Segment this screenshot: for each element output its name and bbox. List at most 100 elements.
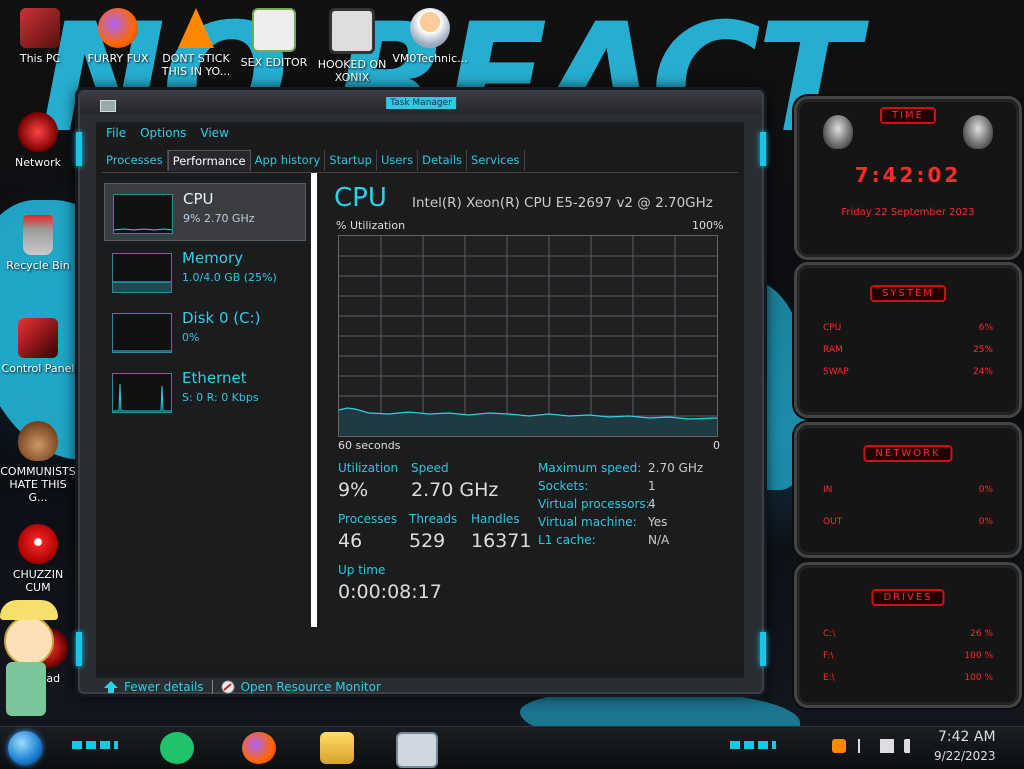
- row-value: 25%: [972, 345, 993, 355]
- footer-bar: Fewer details Open Resource Monitor: [104, 680, 381, 694]
- tab-startup[interactable]: Startup: [325, 150, 377, 171]
- widget-row: E:\ 100 %: [823, 673, 993, 683]
- tab-services[interactable]: Services: [467, 150, 525, 171]
- desktop-icon-label: VM0Technic...: [392, 52, 468, 65]
- handles-value: 16371: [471, 530, 532, 552]
- desktop-icon-this-pc[interactable]: This PC: [2, 8, 78, 65]
- desktop-icon-control-panel[interactable]: Control Panel: [0, 318, 76, 375]
- taskbar-date[interactable]: 9/22/2023: [934, 749, 996, 763]
- spec-value: 4: [648, 497, 656, 511]
- widget-heading: NETWORK: [863, 445, 953, 462]
- row-key: E:\: [823, 673, 835, 683]
- widget-heading: SYSTEM: [870, 285, 946, 302]
- tab-app-history[interactable]: App history: [251, 150, 326, 171]
- resource-memory[interactable]: Memory 1.0/4.0 GB (25%): [104, 243, 304, 299]
- resource-name: Memory: [182, 249, 244, 267]
- desktop-icon-sex-editor[interactable]: SEX EDITOR: [236, 8, 312, 69]
- network-widget: NETWORK IN 0% OUT 0%: [794, 422, 1022, 558]
- hxd-icon: [252, 8, 296, 52]
- desktop-icon-label: This PC: [19, 52, 61, 65]
- speed-value: 2.70 GHz: [411, 479, 499, 501]
- ethernet-mini-graph: [112, 373, 172, 413]
- spec-value: 1: [648, 479, 656, 493]
- desktop-icon-network[interactable]: Network: [0, 112, 76, 169]
- row-value: 0%: [978, 517, 993, 527]
- widget-row: C:\ 26 %: [823, 629, 993, 639]
- row-value: 26 %: [970, 629, 993, 639]
- task-manager-window[interactable]: Task Manager File Options View Processes…: [76, 90, 766, 694]
- tab-details[interactable]: Details: [418, 150, 468, 171]
- chuzzle-icon: [18, 524, 58, 564]
- spec-key: Virtual processors:: [538, 497, 650, 511]
- drives-widget: DRIVES C:\ 26 % F:\ 100 % E:\ 100 %: [794, 562, 1022, 708]
- desktop-icon-vm0technic[interactable]: VM0Technic...: [392, 8, 468, 65]
- tab-users[interactable]: Users: [377, 150, 419, 171]
- row-key: F:\: [823, 651, 834, 661]
- desktop-icon-label: Recycle Bin: [6, 259, 70, 272]
- title-bar[interactable]: Task Manager: [80, 92, 762, 114]
- menu-view[interactable]: View: [200, 126, 228, 140]
- row-value: 24%: [972, 367, 993, 377]
- uptime-value: 0:00:08:17: [338, 581, 442, 603]
- cpu-mini-graph: [113, 194, 173, 234]
- resource-monitor-icon: [221, 680, 235, 694]
- graph-time-zero: 0: [713, 439, 720, 452]
- volume-icon[interactable]: [904, 739, 924, 753]
- resource-disk[interactable]: Disk 0 (C:) 0%: [104, 303, 304, 359]
- row-value: 0%: [978, 485, 993, 495]
- row-key: IN: [823, 485, 833, 495]
- desktop-icon-label: HOOKED ON XONIX: [317, 58, 387, 84]
- widget-row: SWAP 24%: [823, 367, 993, 377]
- desktop-icon-recycle-bin[interactable]: Recycle Bin: [0, 215, 76, 272]
- desktop-icon-furry-fux[interactable]: FURRY FUX: [80, 8, 156, 65]
- desktop-icon-label: Control Panel: [1, 362, 75, 375]
- resource-subtext: 1.0/4.0 GB (25%): [182, 271, 277, 284]
- desktop-icon-label: DONT STICK THIS IN YO...: [161, 52, 231, 78]
- desktop-icon-chuzzin[interactable]: CHUZZIN CUM: [0, 524, 76, 594]
- performance-panel: CPU 9% 2.70 GHz Memory 1.0/4.0 GB (25%) …: [102, 172, 738, 663]
- cpu-utilization-graph: [338, 235, 718, 437]
- window-title: Task Manager: [386, 97, 456, 109]
- desktop-icon-label: FURRY FUX: [87, 52, 149, 65]
- processes-label: Processes: [338, 512, 398, 526]
- notes-app-icon[interactable]: [160, 732, 194, 764]
- flag-icon[interactable]: [858, 739, 874, 753]
- widget-heading: TIME: [879, 107, 937, 124]
- menu-bar: File Options View: [96, 122, 229, 144]
- chevron-up-icon: [104, 681, 118, 693]
- open-resource-monitor-link[interactable]: Open Resource Monitor: [221, 680, 381, 694]
- spec-key: L1 cache:: [538, 533, 596, 547]
- network-tray-icon[interactable]: [880, 739, 894, 753]
- widget-row: F:\ 100 %: [823, 651, 993, 661]
- widget-row: OUT 0%: [823, 517, 993, 527]
- resource-name: CPU: [183, 190, 214, 208]
- task-manager-icon[interactable]: [396, 732, 438, 768]
- desktop-icon-xonix[interactable]: HOOKED ON XONIX: [314, 8, 390, 84]
- row-key: CPU: [823, 323, 842, 333]
- frame-light: [760, 632, 766, 666]
- widget-row: CPU 6%: [823, 323, 993, 333]
- start-button[interactable]: [8, 731, 42, 765]
- notification-app-icon[interactable]: [832, 739, 846, 753]
- tab-performance[interactable]: Performance: [167, 150, 251, 171]
- fewer-details-button[interactable]: Fewer details: [104, 680, 204, 694]
- taskbar-time[interactable]: 7:42 AM: [938, 729, 996, 745]
- resource-ethernet[interactable]: Ethernet S: 0 R: 0 Kbps: [104, 363, 304, 419]
- task-manager-app-icon: [100, 100, 116, 112]
- desktop-icon-dont-stick[interactable]: DONT STICK THIS IN YO...: [158, 8, 234, 78]
- file-explorer-icon[interactable]: [320, 732, 354, 764]
- cpu-model: Intel(R) Xeon(R) CPU E5-2697 v2 @ 2.70GH…: [412, 195, 713, 211]
- resource-name: Disk 0 (C:): [182, 309, 261, 327]
- resource-cpu[interactable]: CPU 9% 2.70 GHz: [104, 183, 306, 241]
- recycle-bin-icon: [23, 215, 53, 255]
- utilization-axis-max: 100%: [692, 219, 724, 232]
- menu-options[interactable]: Options: [140, 126, 186, 140]
- tab-processes[interactable]: Processes: [102, 150, 168, 171]
- menu-file[interactable]: File: [106, 126, 126, 140]
- control-panel-icon: [18, 318, 58, 358]
- resource-name: Ethernet: [182, 369, 247, 387]
- open-resource-monitor-label: Open Resource Monitor: [240, 680, 381, 694]
- desktop-icon-communists[interactable]: COMMUNISTS HATE THIS G...: [0, 421, 76, 504]
- panel-divider[interactable]: [311, 173, 317, 627]
- firefox-icon[interactable]: [242, 732, 276, 764]
